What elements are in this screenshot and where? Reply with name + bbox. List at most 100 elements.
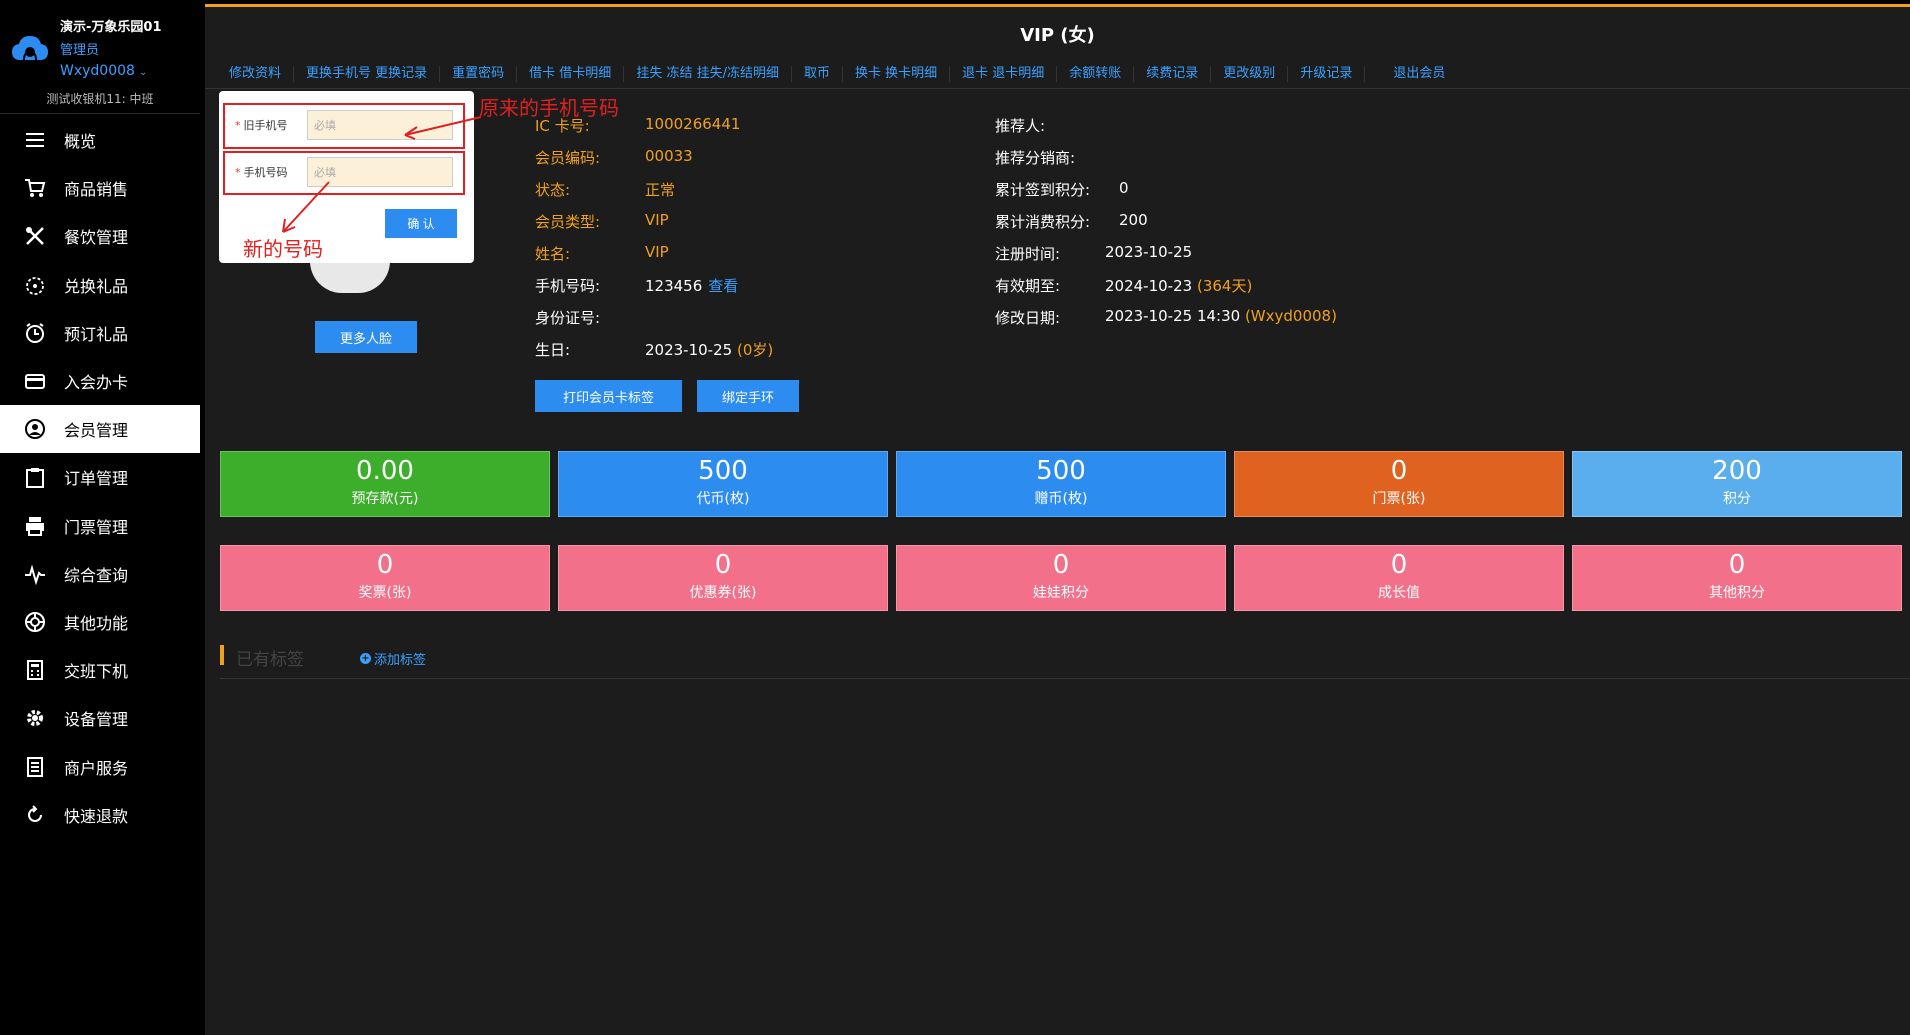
info-label: 修改日期: <box>995 309 1061 327</box>
sidebar-item-refund[interactable]: 快速退款 <box>0 791 200 839</box>
tab-renewal-records[interactable]: 续费记录 <box>1134 65 1212 82</box>
info-value: 正常 <box>645 181 676 199</box>
stat-value: 500 <box>698 456 748 486</box>
cart-icon <box>22 175 48 201</box>
old-phone-label: * 旧手机号 <box>235 119 288 132</box>
tab-exit-member[interactable]: 退出会员 <box>1365 66 1457 82</box>
sidebar-item-tickets[interactable]: 门票管理 <box>0 502 200 550</box>
stat-caption: 娃娃积分 <box>1033 585 1089 601</box>
action-tabs: 修改资料 更换手机号 更换记录 重置密码 借卡 借卡明细 挂失 冻结 挂失/冻结… <box>205 59 1910 89</box>
menu-icon <box>22 127 48 153</box>
sidebar-item-label: 兑换礼品 <box>64 276 129 296</box>
tab-edit-profile[interactable]: 修改资料 <box>217 65 295 82</box>
sidebar-item-label: 设备管理 <box>64 710 129 730</box>
sidebar-item-shift[interactable]: 交班下机 <box>0 646 200 694</box>
stat-value: 200 <box>1712 456 1762 486</box>
print-card-label-button[interactable]: 打印会员卡标签 <box>535 380 682 412</box>
info-label: 累计签到积分: <box>995 181 1091 199</box>
tab-withdraw-coins[interactable]: 取币 <box>792 65 843 82</box>
sidebar-item-label: 商品销售 <box>64 180 129 200</box>
info-label: 状态: <box>535 181 571 199</box>
tab-reset-password[interactable]: 重置密码 <box>440 65 518 82</box>
user-dropdown[interactable]: Wxyd0008 ⌄ <box>60 63 147 79</box>
view-phone-link[interactable]: 查看 <box>708 277 738 295</box>
info-value: 1000266441 <box>645 115 741 133</box>
info-label: 注册时间: <box>995 245 1061 263</box>
tab-change-phone[interactable]: 更换手机号 更换记录 <box>294 65 441 82</box>
sidebar-item-reserve-gift[interactable]: 预订礼品 <box>0 309 200 357</box>
stat-card-tokens[interactable]: 500 代币(枚) <box>558 451 888 517</box>
info-value: 2024-10-23 (364天) <box>1105 275 1252 296</box>
calculator-icon <box>22 657 48 683</box>
sidebar-nav: 概览 商品销售 餐饮管理 兑换礼品 预订礼品 入会办卡 会员管理 订单管理 门票… <box>0 116 200 839</box>
stat-card-doll-points[interactable]: 0 娃娃积分 <box>896 545 1226 611</box>
info-label: 有效期至: <box>995 277 1061 295</box>
sidebar-item-label: 商户服务 <box>64 758 129 778</box>
stat-card-other-points[interactable]: 0 其他积分 <box>1572 545 1902 611</box>
sidebar-item-other[interactable]: 其他功能 <box>0 598 200 646</box>
tab-change-level[interactable]: 更改级别 <box>1211 65 1289 82</box>
sidebar-item-overview[interactable]: 概览 <box>0 116 200 164</box>
sidebar-item-orders[interactable]: 订单管理 <box>0 453 200 501</box>
tab-borrow-card[interactable]: 借卡 借卡明细 <box>517 65 625 82</box>
tags-section: 已有标签 + 添加标签 <box>220 643 1910 679</box>
sidebar: 演示-万象乐园01 管理员 Wxyd0008 ⌄ 测试收银机11: 中班 概览 商… <box>0 0 200 1035</box>
modified-date-value: 2023-10-25 14:30 <box>1105 307 1241 325</box>
more-faces-button[interactable]: 更多人脸 <box>315 321 417 353</box>
tab-report-loss[interactable]: 挂失 冻结 挂失/冻结明细 <box>624 65 792 82</box>
stat-value: 0 <box>714 550 732 580</box>
sidebar-item-membership-card[interactable]: 入会办卡 <box>0 357 200 405</box>
chevron-down-icon: ⌄ <box>138 67 148 78</box>
tab-balance-transfer[interactable]: 余额转账 <box>1057 65 1135 82</box>
age-value: (0岁) <box>736 341 774 359</box>
utensils-icon <box>22 223 48 249</box>
modified-by: (Wxyd0008) <box>1244 307 1337 325</box>
sidebar-item-label: 门票管理 <box>64 517 129 537</box>
bind-wristband-button[interactable]: 绑定手环 <box>697 380 799 412</box>
stat-card-prepaid[interactable]: 0.00 预存款(元) <box>220 451 550 517</box>
stat-caption: 代币(枚) <box>696 491 750 507</box>
sidebar-item-label: 会员管理 <box>64 421 129 441</box>
stat-card-growth[interactable]: 0 成长值 <box>1234 545 1564 611</box>
app-root: 演示-万象乐园01 管理员 Wxyd0008 ⌄ 测试收银机11: 中班 概览 商… <box>0 0 1910 1035</box>
aperture-icon <box>22 609 48 635</box>
info-label: 生日: <box>535 341 571 359</box>
stat-card-reward-tickets[interactable]: 0 奖票(张) <box>220 545 550 611</box>
stat-card-tickets[interactable]: 0 门票(张) <box>1234 451 1564 517</box>
info-value: 2023-10-25 <box>1105 243 1193 261</box>
old-phone-input[interactable] <box>307 110 453 140</box>
add-tag-button[interactable]: + 添加标签 <box>360 649 426 668</box>
stat-card-coupons[interactable]: 0 优惠券(张) <box>558 545 888 611</box>
brand-header: 演示-万象乐园01 管理员 Wxyd0008 ⌄ 测试收银机11: 中班 <box>0 0 200 114</box>
annotation-new-phone: 新的号码 <box>243 237 323 261</box>
tags-heading: 已有标签 <box>236 650 304 670</box>
sidebar-item-label: 交班下机 <box>64 662 129 682</box>
stat-caption: 积分 <box>1723 491 1751 507</box>
stat-card-bonus-coins[interactable]: 500 赠币(枚) <box>896 451 1226 517</box>
info-value: VIP <box>645 211 669 229</box>
sidebar-item-catering[interactable]: 餐饮管理 <box>0 212 200 260</box>
info-label: 会员编码: <box>535 149 601 167</box>
sidebar-item-label: 预订礼品 <box>64 324 129 344</box>
tab-upgrade-records[interactable]: 升级记录 <box>1288 65 1366 82</box>
sidebar-item-label: 餐饮管理 <box>64 228 129 248</box>
page-title: VIP (女) <box>1020 25 1095 46</box>
refresh-icon <box>22 802 48 828</box>
sidebar-item-devices[interactable]: 设备管理 <box>0 694 200 742</box>
sidebar-item-label: 快速退款 <box>64 806 129 826</box>
sidebar-item-query[interactable]: 综合查询 <box>0 550 200 598</box>
document-icon <box>22 754 48 780</box>
info-value: 200 <box>1119 211 1148 229</box>
info-value: 2023-10-25 (0岁) <box>645 339 773 360</box>
sidebar-item-label: 综合查询 <box>64 565 129 585</box>
tab-return-card[interactable]: 退卡 退卡明细 <box>950 65 1058 82</box>
confirm-button[interactable]: 确 认 <box>385 209 457 238</box>
sidebar-item-redeem-gift[interactable]: 兑换礼品 <box>0 261 200 309</box>
sidebar-item-merchant[interactable]: 商户服务 <box>0 742 200 790</box>
stat-card-points[interactable]: 200 积分 <box>1572 451 1902 517</box>
sidebar-item-member-management[interactable]: 会员管理 <box>0 405 200 454</box>
info-value: 0 <box>1119 179 1129 197</box>
new-phone-input[interactable] <box>307 157 453 187</box>
sidebar-item-sales[interactable]: 商品销售 <box>0 164 200 212</box>
tab-replace-card[interactable]: 换卡 换卡明细 <box>843 65 951 82</box>
